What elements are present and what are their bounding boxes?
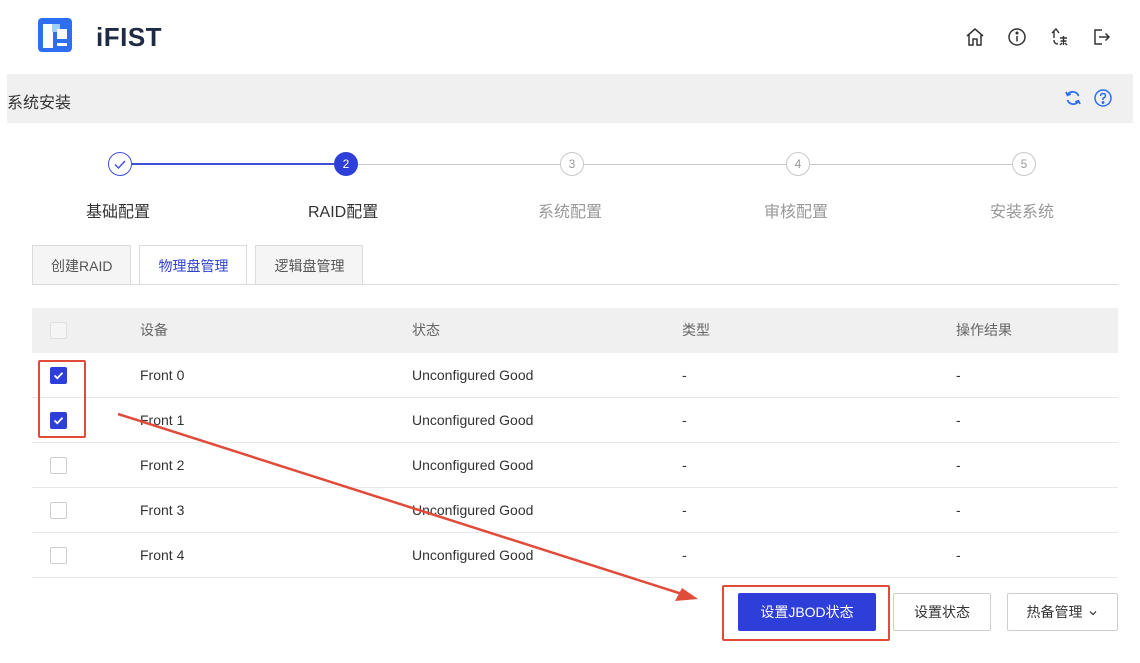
result-cell: - [956,547,961,563]
logout-icon[interactable] [1090,26,1112,48]
state-cell: Unconfigured Good [412,367,534,383]
state-cell: Unconfigured Good [412,547,534,563]
table-row[interactable]: Front 1 Unconfigured Good - - [32,398,1118,443]
device-cell: Front 2 [140,457,185,473]
step-label: 安装系统 [990,204,1055,221]
col-type: 类型 [682,322,710,338]
set-state-button[interactable]: 设置状态 [893,593,991,631]
state-cell: Unconfigured Good [412,502,534,518]
tab-create-raid[interactable]: 创建RAID [32,245,132,285]
step-label: 系统配置 [538,204,603,221]
col-device: 设备 [140,322,168,338]
install-stepper: 基础配置 2 RAID配置 3 系统配置 4 审核配置 5 安装系统 [0,150,1140,230]
result-cell: - [956,367,961,383]
row-checkbox[interactable] [50,366,67,384]
step-label: 审核配置 [764,204,829,221]
row-check-cell [50,533,70,578]
device-cell: Front 4 [140,547,185,563]
table-header: 设备 状态 类型 操作结果 [32,308,1118,353]
state-cell: Unconfigured Good [412,457,534,473]
device-cell: Front 1 [140,412,185,428]
table-row[interactable]: Front 4 Unconfigured Good - - [32,533,1118,578]
select-all-checkbox[interactable] [50,321,67,339]
col-state: 状态 [412,322,440,338]
type-cell: - [682,457,687,473]
step-number: 4 [786,152,810,176]
state-cell: Unconfigured Good [412,412,534,428]
hotspare-label: 热备管理 [1026,604,1083,620]
table-row[interactable]: Front 3 Unconfigured Good - - [32,488,1118,533]
result-cell: - [956,502,961,518]
type-cell: - [682,412,687,428]
step-check-icon [108,152,132,176]
result-cell: - [956,412,961,428]
row-check-cell [50,488,70,533]
step-number: 2 [334,152,358,176]
raid-tabs: 创建RAID 物理盘管理 逻辑盘管理 [32,245,364,285]
step-connector-3 [584,164,786,165]
tab-logical-disk[interactable]: 逻辑盘管理 [255,245,364,285]
row-check-cell [50,443,70,488]
step-number: 5 [1012,152,1036,176]
select-all-cell [50,308,70,353]
top-bar: iFIST [0,0,1140,74]
device-cell: Front 3 [140,502,185,518]
tab-physical-disk[interactable]: 物理盘管理 [139,245,248,285]
logo-icon [38,18,72,52]
type-cell: - [682,367,687,383]
step-label: RAID配置 [308,204,379,221]
row-checkbox[interactable] [50,546,67,564]
step-connector-1 [132,163,334,165]
home-icon[interactable] [964,26,986,48]
row-check-cell [50,353,70,398]
tabs-divider [32,284,1118,285]
result-cell: - [956,457,961,473]
type-cell: - [682,547,687,563]
refresh-icon[interactable] [1063,88,1083,108]
chevron-down-icon [1090,611,1097,616]
device-cell: Front 0 [140,367,185,383]
language-icon[interactable] [1048,26,1070,48]
step-label: 基础配置 [86,204,151,221]
page-title: 系统安装 [7,95,72,112]
row-checkbox[interactable] [50,411,67,429]
info-icon[interactable] [1006,26,1028,48]
page-root: iFIST 系统安装 基础配置 2 RAID配置 3 系统配置 4 审核配置 5… [0,0,1140,663]
disk-table: 设备 状态 类型 操作结果 Front 0 Unconfigured Good … [32,308,1118,578]
brand-name: iFIST [96,22,163,52]
step-number: 3 [560,152,584,176]
type-cell: - [682,502,687,518]
step-connector-2 [358,164,560,165]
row-check-cell [50,398,70,443]
top-icon-group [964,26,1112,48]
col-result: 操作结果 [956,322,1012,338]
row-checkbox[interactable] [50,456,67,474]
step-connector-4 [810,164,1012,165]
table-row[interactable]: Front 2 Unconfigured Good - - [32,443,1118,488]
set-jbod-button[interactable]: 设置JBOD状态 [738,593,876,631]
help-icon[interactable] [1093,88,1113,108]
row-checkbox[interactable] [50,501,67,519]
table-row[interactable]: Front 0 Unconfigured Good - - [32,353,1118,398]
title-bar: 系统安装 [7,74,1133,123]
hotspare-dropdown[interactable]: 热备管理 [1007,593,1118,631]
